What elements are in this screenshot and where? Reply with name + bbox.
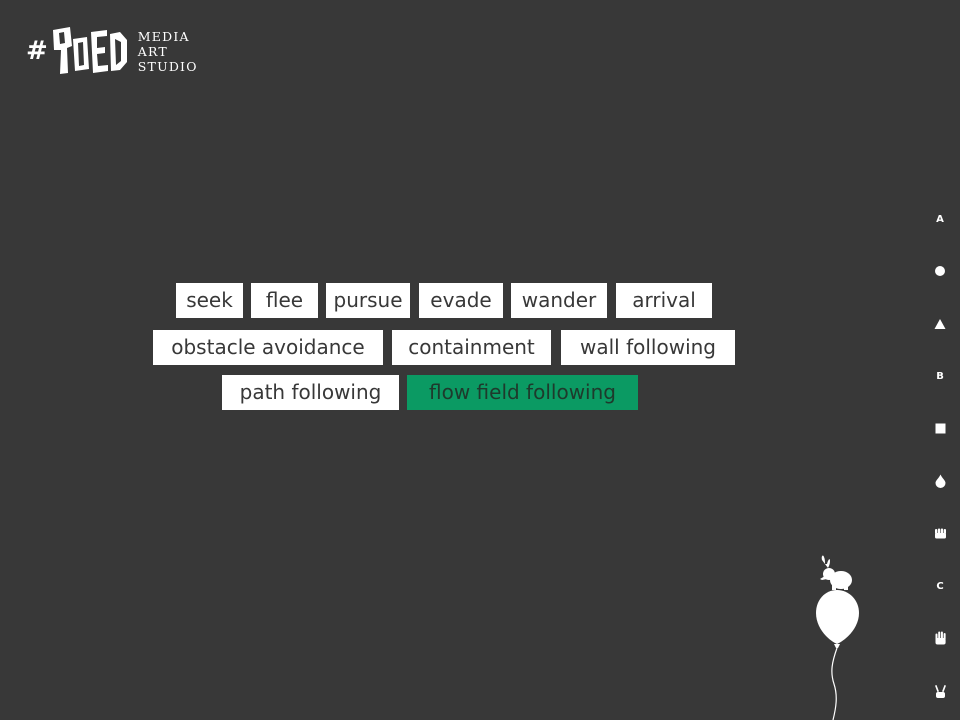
nav-item-square[interactable]	[928, 416, 952, 440]
nav-item-fist[interactable]	[928, 521, 952, 545]
nav-item-triangle[interactable]	[928, 312, 952, 336]
flow-field-following-button[interactable]: flow field following	[407, 375, 638, 410]
fist-icon	[934, 528, 946, 538]
circle-icon	[935, 266, 945, 276]
balloon-icon	[816, 590, 859, 648]
side-nav: A B C	[920, 0, 960, 720]
nav-item-a[interactable]: A	[928, 207, 952, 231]
pursue-button[interactable]: pursue	[326, 283, 410, 318]
balloon-string	[831, 647, 838, 720]
logo-mark: #	[26, 26, 128, 76]
logo-hash: #	[26, 36, 48, 66]
page: # MEDIA ART STUDIO seek flee pursue evad…	[0, 0, 960, 720]
triangle-icon	[934, 319, 946, 329]
evade-button[interactable]: evade	[419, 283, 503, 318]
nav-letter-b: B	[936, 370, 944, 382]
logo-line-art: ART	[137, 43, 168, 59]
seek-button[interactable]: seek	[176, 283, 243, 318]
nav-item-drop[interactable]	[928, 469, 952, 493]
rabbit-icon	[820, 555, 852, 590]
square-icon	[935, 423, 945, 433]
nav-letter-c: C	[936, 580, 944, 592]
drop-icon	[935, 474, 945, 488]
wall-following-button[interactable]: wall following	[561, 330, 735, 365]
peace-hand-icon	[934, 684, 946, 698]
nav-item-open-hand[interactable]	[928, 626, 952, 650]
obstacle-avoidance-button[interactable]: obstacle avoidance	[153, 330, 383, 365]
studio-logo[interactable]: # MEDIA ART STUDIO	[26, 26, 198, 76]
flee-button[interactable]: flee	[251, 283, 318, 318]
wander-button[interactable]: wander	[511, 283, 607, 318]
logo-line-media: MEDIA	[137, 28, 190, 44]
arrival-button[interactable]: arrival	[616, 283, 712, 318]
nav-item-peace-hand[interactable]	[928, 679, 952, 703]
logo-line-studio: STUDIO	[137, 58, 198, 74]
nav-item-circle[interactable]	[928, 259, 952, 283]
logo-90ed-glyphs	[52, 27, 127, 74]
nav-item-c[interactable]: C	[928, 574, 952, 598]
nav-letter-a: A	[936, 213, 944, 225]
nav-item-b[interactable]: B	[928, 364, 952, 388]
containment-button[interactable]: containment	[392, 330, 551, 365]
open-hand-icon	[935, 631, 946, 645]
balloon-rabbit-illustration	[816, 555, 859, 720]
path-following-button[interactable]: path following	[222, 375, 399, 410]
logo-wordmark: MEDIA ART STUDIO	[138, 29, 198, 74]
